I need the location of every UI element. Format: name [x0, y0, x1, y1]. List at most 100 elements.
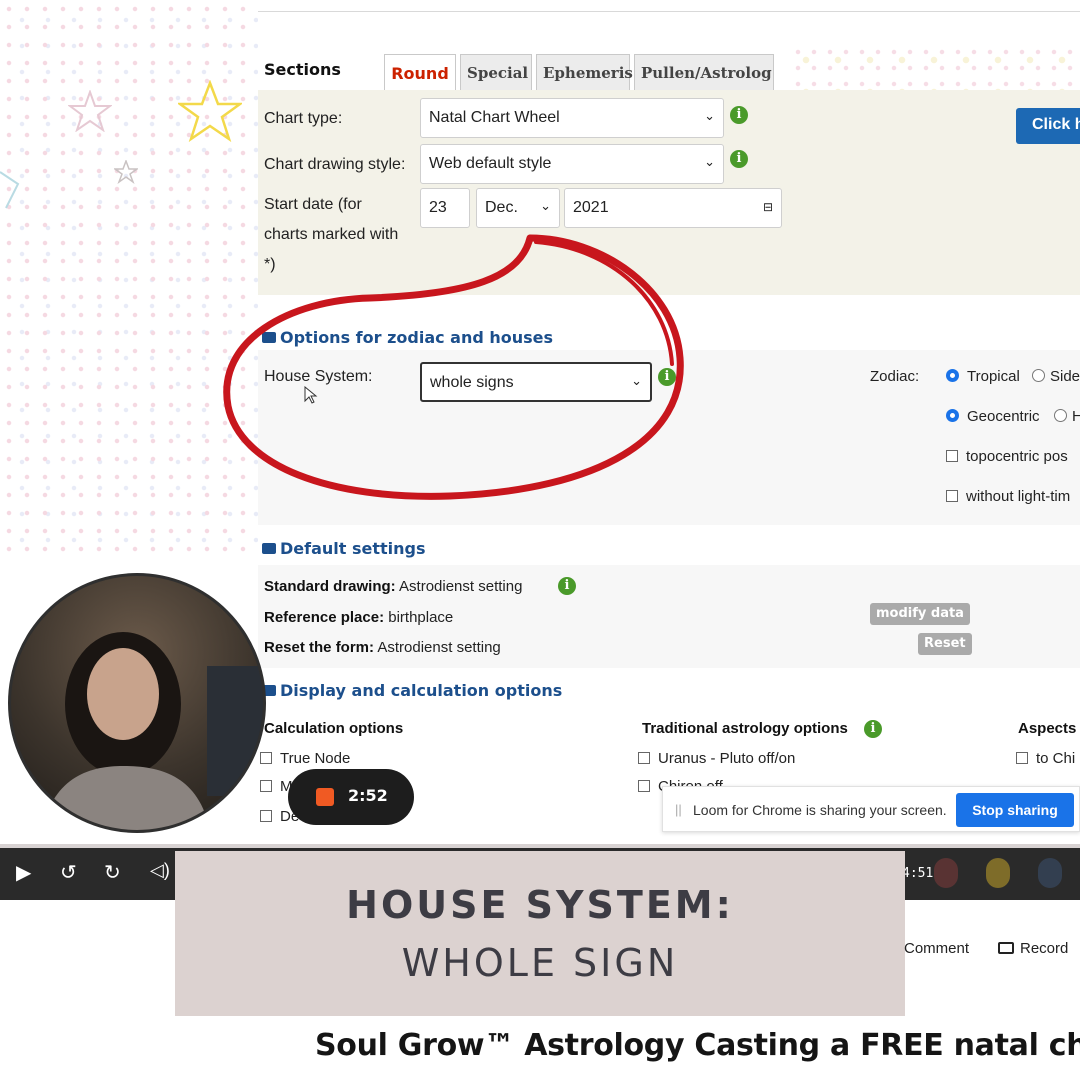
- uranus-pluto-label: Uranus - Pluto off/on: [658, 750, 796, 767]
- checkbox[interactable]: [946, 490, 958, 502]
- light-time-label: without light-tim: [966, 488, 1071, 505]
- zodiac-label: Zodiac:: [870, 368, 920, 385]
- tab-pullen-astrolog[interactable]: Pullen/Astrolog: [634, 54, 774, 90]
- display-section-title-text: Display and calculation options: [280, 681, 563, 700]
- reset-form-value: Astrodienst setting: [377, 639, 501, 656]
- traditional-options-heading: Traditional astrology options: [642, 720, 848, 737]
- info-icon[interactable]: i: [730, 106, 748, 124]
- checkbox[interactable]: [1016, 752, 1028, 764]
- uranus-pluto-option[interactable]: Uranus - Pluto off/on: [638, 750, 795, 767]
- checkbox[interactable]: [260, 780, 272, 792]
- stop-sharing-button[interactable]: Stop sharing: [956, 793, 1074, 827]
- radio-unselected[interactable]: [1054, 409, 1067, 422]
- defaults-section-title[interactable]: Default settings: [262, 539, 426, 558]
- loom-sharing-bar: || Loom for Chrome is sharing your scree…: [662, 786, 1080, 832]
- video-camera-icon: [998, 942, 1014, 954]
- info-icon[interactable]: i: [730, 150, 748, 168]
- presenter-silhouette: [42, 632, 263, 830]
- drag-handle-icon[interactable]: ||: [675, 802, 682, 817]
- checkbox[interactable]: [638, 752, 650, 764]
- drawing-style-value: Web default style: [429, 155, 552, 172]
- spinner-icon[interactable]: ⊟: [763, 200, 773, 214]
- drawing-style-label: Chart drawing style:: [264, 156, 406, 173]
- standard-drawing-row: Standard drawing: Astrodienst setting: [264, 578, 522, 595]
- zodiac-sidereal-option[interactable]: Side: [1032, 368, 1080, 385]
- forward-5-icon[interactable]: ↻: [104, 860, 121, 885]
- webcam-bubble[interactable]: [8, 573, 266, 833]
- info-icon[interactable]: i: [558, 577, 576, 595]
- reference-place-label: Reference place:: [264, 609, 385, 626]
- geocentric-option[interactable]: Geocentric: [946, 408, 1040, 425]
- chevron-down-icon: ⌄: [704, 154, 715, 169]
- true-node-label: True Node: [280, 750, 351, 767]
- reset-button[interactable]: Reset: [918, 633, 972, 655]
- topocentric-option[interactable]: topocentric pos: [946, 448, 1068, 465]
- zodiac-sidereal-label: Side: [1050, 368, 1080, 385]
- start-month-value: Dec.: [485, 199, 518, 216]
- tab-special[interactable]: Special: [460, 54, 532, 90]
- true-node-option[interactable]: True Node: [260, 750, 350, 767]
- to-chiron-option[interactable]: to Chi: [1016, 750, 1075, 767]
- heliocentric-label: H: [1072, 408, 1080, 425]
- defaults-section-title-text: Default settings: [280, 539, 426, 558]
- click-here-button[interactable]: Click h: [1016, 108, 1080, 144]
- topocentric-label: topocentric pos: [966, 448, 1068, 465]
- reference-place-row: Reference place: birthplace: [264, 609, 453, 626]
- star-icon: [178, 80, 242, 142]
- modify-data-button[interactable]: modify data: [870, 603, 970, 625]
- start-month-select[interactable]: Dec. ⌄: [476, 188, 560, 228]
- collapse-icon[interactable]: [262, 543, 276, 554]
- light-time-option[interactable]: without light-tim: [946, 488, 1070, 505]
- record-label: Record: [1020, 940, 1069, 957]
- play-icon[interactable]: ▶: [16, 860, 31, 885]
- checkbox[interactable]: [260, 810, 272, 822]
- chevron-down-icon: ⌄: [704, 108, 715, 123]
- rewind-5-icon[interactable]: ↺: [60, 860, 77, 885]
- sections-tabs: Sections Round Special Ephemeris Pullen/…: [258, 50, 1080, 90]
- chart-type-label: Chart type:: [264, 110, 343, 127]
- radio-selected[interactable]: [946, 369, 959, 382]
- participant-icon: [1038, 858, 1062, 888]
- start-day-value: 23: [429, 199, 447, 216]
- tab-round[interactable]: Round: [384, 54, 456, 90]
- chart-type-value: Natal Chart Wheel: [429, 109, 560, 126]
- tab-ephemeris[interactable]: Ephemeris: [536, 54, 633, 90]
- zodiac-tropical-label: Tropical: [967, 368, 1020, 385]
- start-year-input[interactable]: 2021 ⊟: [564, 188, 782, 228]
- recording-indicator[interactable]: 2:52: [288, 769, 414, 825]
- star-icon: [68, 90, 112, 132]
- reference-place-value: birthplace: [388, 609, 454, 626]
- red-circle-annotation: [223, 234, 684, 500]
- record-button[interactable]: Record: [998, 940, 1068, 957]
- start-date-label: Start date (for: [264, 196, 362, 213]
- drawing-style-select[interactable]: Web default style ⌄: [420, 144, 724, 184]
- start-day-input[interactable]: 23: [420, 188, 470, 228]
- caption-overlay: HOUSE SYSTEM: WHOLE SIGN: [175, 851, 905, 1016]
- radio-selected[interactable]: [946, 409, 959, 422]
- chevron-down-icon: ⌄: [540, 198, 551, 213]
- participant-icon: [986, 858, 1010, 888]
- star-icon: [0, 171, 20, 209]
- display-section-title[interactable]: Display and calculation options: [262, 681, 562, 700]
- volume-icon[interactable]: ◁): [150, 860, 170, 881]
- heliocentric-option[interactable]: H: [1054, 408, 1080, 425]
- stop-recording-icon[interactable]: [316, 788, 334, 806]
- radio-unselected[interactable]: [1032, 369, 1045, 382]
- star-icon: [114, 160, 138, 184]
- to-chiron-label: to Chi: [1036, 750, 1076, 767]
- comment-button[interactable]: Comment: [904, 940, 969, 957]
- recording-time: 2:52: [348, 786, 388, 805]
- duration-label: 4:51: [902, 866, 934, 881]
- info-icon[interactable]: i: [864, 720, 882, 738]
- caption-subtitle: WHOLE SIGN: [401, 941, 679, 985]
- reset-form-label: Reset the form:: [264, 639, 375, 656]
- standard-drawing-value: Astrodienst setting: [399, 578, 523, 595]
- checkbox[interactable]: [260, 752, 272, 764]
- zodiac-tropical-option[interactable]: Tropical: [946, 368, 1020, 385]
- geocentric-label: Geocentric: [967, 408, 1040, 425]
- default-settings-box: Standard drawing: Astrodienst setting i …: [258, 565, 1080, 668]
- participant-icon: [934, 858, 958, 888]
- chart-type-select[interactable]: Natal Chart Wheel ⌄: [420, 98, 724, 138]
- checkbox[interactable]: [638, 780, 650, 792]
- checkbox[interactable]: [946, 450, 958, 462]
